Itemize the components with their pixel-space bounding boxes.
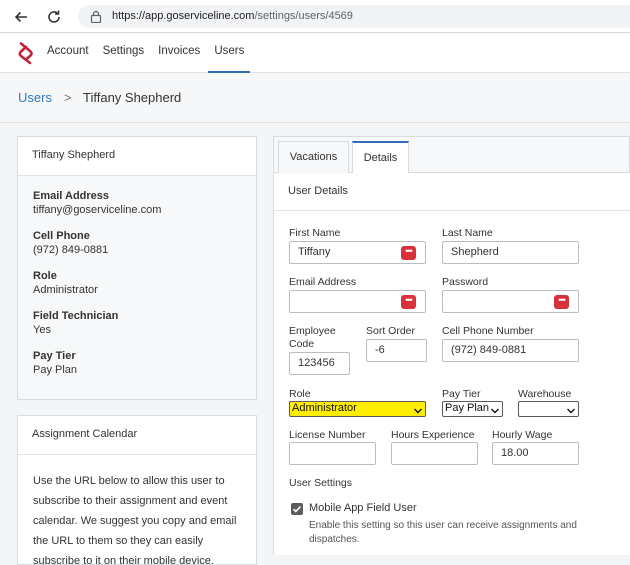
last-name-label: Last Name: [442, 227, 493, 239]
password-manager-icon[interactable]: •••: [401, 246, 416, 260]
nav-users[interactable]: Users: [208, 33, 251, 73]
breadcrumb-separator: >: [64, 90, 72, 105]
assignment-calendar-card: Assignment Calendar Use the URL below to…: [17, 415, 257, 565]
back-arrow-icon[interactable]: [10, 6, 32, 28]
first-name-label: First Name: [289, 227, 341, 239]
first-name-input[interactable]: Tiffany •••: [289, 241, 426, 264]
tab-vacations[interactable]: Vacations: [278, 141, 349, 174]
last-name-input[interactable]: Shepherd: [442, 241, 579, 264]
profile-email-label: Email Address: [33, 190, 110, 202]
address-bar[interactable]: https://app.goserviceline.com/settings/u…: [78, 5, 630, 28]
first-name-value: Tiffany: [298, 246, 331, 258]
hourly-wage-value: 18.00: [501, 447, 529, 459]
mobile-app-field-user-label[interactable]: Mobile App Field User: [309, 502, 417, 515]
profile-info: Email Address tiffany@goserviceline.com …: [18, 176, 256, 399]
email-label: Email Address: [289, 276, 357, 288]
password-input[interactable]: •••: [442, 290, 579, 313]
license-number-input[interactable]: [289, 442, 376, 465]
cell-phone-label: Cell Phone Number: [442, 325, 534, 337]
profile-role-label: Role: [33, 270, 57, 282]
cell-phone-input[interactable]: (972) 849-0881: [442, 339, 579, 362]
nav-settings[interactable]: Settings: [97, 33, 151, 73]
profile-tier-label: Pay Tier: [33, 350, 76, 362]
breadcrumb-current: Tiffany Shepherd: [83, 90, 182, 105]
role-select-value: Administrator: [292, 402, 357, 414]
chevron-down-icon: [567, 405, 575, 418]
nav-account[interactable]: Account: [41, 33, 95, 73]
app-header: Account Settings Invoices Users: [0, 33, 630, 73]
role-label: Role: [289, 388, 311, 400]
chevron-down-icon: [491, 405, 499, 418]
user-settings-title: User Settings: [289, 477, 353, 489]
assignment-calendar-text: Use the URL below to allow this user to …: [33, 475, 237, 565]
cell-phone-value: (972) 849-0881: [451, 344, 527, 356]
profile-tech-label: Field Technician: [33, 310, 119, 322]
email-input[interactable]: •••: [289, 290, 426, 313]
employee-code-input[interactable]: 123456: [289, 352, 350, 375]
url-path: /settings/users/4569: [254, 10, 353, 22]
profile-card-title: Tiffany Shepherd: [18, 137, 256, 176]
sort-order-input[interactable]: -6: [366, 339, 427, 362]
pay-tier-select[interactable]: Pay Plan: [442, 401, 503, 417]
main-nav: Account Settings Invoices Users: [41, 33, 252, 73]
breadcrumb: Users > Tiffany Shepherd: [0, 73, 630, 123]
mobile-app-field-user-checkbox[interactable]: [291, 503, 303, 515]
last-name-value: Shepherd: [451, 246, 499, 258]
pay-tier-label: Pay Tier: [442, 388, 481, 400]
hourly-wage-input[interactable]: 18.00: [492, 442, 579, 465]
lock-icon: [90, 10, 102, 26]
profile-tech-value: Yes: [33, 324, 51, 336]
hours-experience-input[interactable]: [391, 442, 478, 465]
serviceline-logo-icon[interactable]: [16, 41, 36, 68]
pay-tier-select-value: Pay Plan: [445, 402, 490, 414]
sort-order-label: Sort Order: [366, 325, 416, 337]
breadcrumb-users-link[interactable]: Users: [18, 90, 52, 105]
warehouse-label: Warehouse: [518, 388, 572, 400]
role-select[interactable]: Administrator: [289, 401, 426, 417]
profile-card: Tiffany Shepherd Email Address tiffany@g…: [17, 136, 257, 400]
employee-code-value: 123456: [298, 357, 335, 369]
user-details-form: First Name Tiffany ••• Last Name Shepher…: [273, 211, 630, 555]
url-host: https://app.goserviceline.com: [112, 10, 255, 22]
tab-details[interactable]: Details: [352, 141, 409, 175]
hours-experience-label: Hours Experience: [391, 429, 475, 441]
assignment-calendar-title: Assignment Calendar: [18, 416, 256, 455]
profile-cell-label: Cell Phone: [33, 230, 90, 242]
chevron-down-icon: [414, 405, 422, 418]
profile-role-value: Administrator: [33, 284, 98, 296]
user-tabs: Vacations Details: [273, 136, 630, 175]
profile-email-value: tiffany@goserviceline.com: [33, 204, 162, 216]
password-manager-icon[interactable]: •••: [401, 295, 416, 309]
browser-toolbar: https://app.goserviceline.com/settings/u…: [0, 0, 630, 33]
warehouse-select[interactable]: [518, 401, 579, 417]
user-details-title: User Details: [273, 173, 630, 211]
reload-icon[interactable]: [43, 6, 65, 28]
nav-invoices[interactable]: Invoices: [152, 33, 206, 73]
password-label: Password: [442, 276, 489, 288]
hourly-wage-label: Hourly Wage: [492, 429, 553, 441]
employee-code-label: Employee Code: [289, 325, 336, 350]
mobile-app-field-user-help: Enable this setting so this user can rec…: [309, 520, 577, 545]
url-text: https://app.goserviceline.com/settings/u…: [112, 10, 353, 22]
license-number-label: License Number: [289, 429, 366, 441]
password-manager-icon[interactable]: •••: [554, 295, 569, 309]
profile-tier-value: Pay Plan: [33, 364, 78, 376]
profile-cell-value: (972) 849-0881: [33, 244, 109, 256]
sort-order-value: -6: [375, 344, 385, 356]
